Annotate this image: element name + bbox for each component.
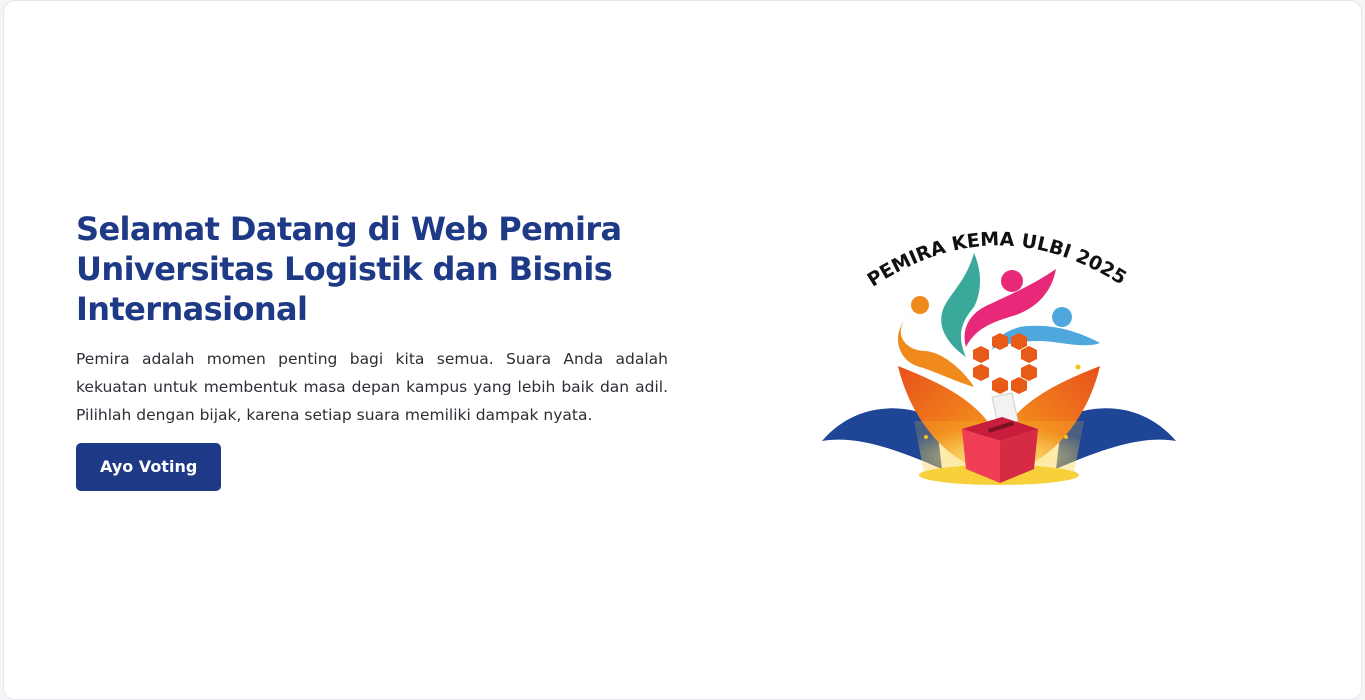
sparkle-dot [1064, 435, 1068, 439]
orange-figure-head [911, 296, 929, 314]
blue-figure-body [992, 325, 1100, 349]
logo-arc-text: PEMIRA KEMA ULBI 2025 [863, 228, 1130, 291]
hero-card: Selamat Datang di Web Pemira Universitas… [3, 0, 1362, 700]
sparkle-dot [924, 435, 928, 439]
blue-figure-head [1052, 307, 1072, 327]
pemira-logo-graphic: PEMIRA KEMA ULBI 2025 [822, 228, 1176, 485]
hero-text-block: Selamat Datang di Web Pemira Universitas… [76, 209, 668, 491]
ayo-voting-button[interactable]: Ayo Voting [76, 443, 222, 491]
hero-description: Pemira adalah momen penting bagi kita se… [76, 350, 668, 424]
sparkle-dot [1075, 364, 1081, 370]
hexagon-cluster [973, 333, 1037, 394]
pink-figure-head [1001, 270, 1023, 292]
pemira-logo: PEMIRA KEMA ULBI 2025 [816, 211, 1182, 491]
hero-title: Selamat Datang di Web Pemira Universitas… [76, 210, 622, 328]
teal-figure-body [941, 253, 980, 357]
